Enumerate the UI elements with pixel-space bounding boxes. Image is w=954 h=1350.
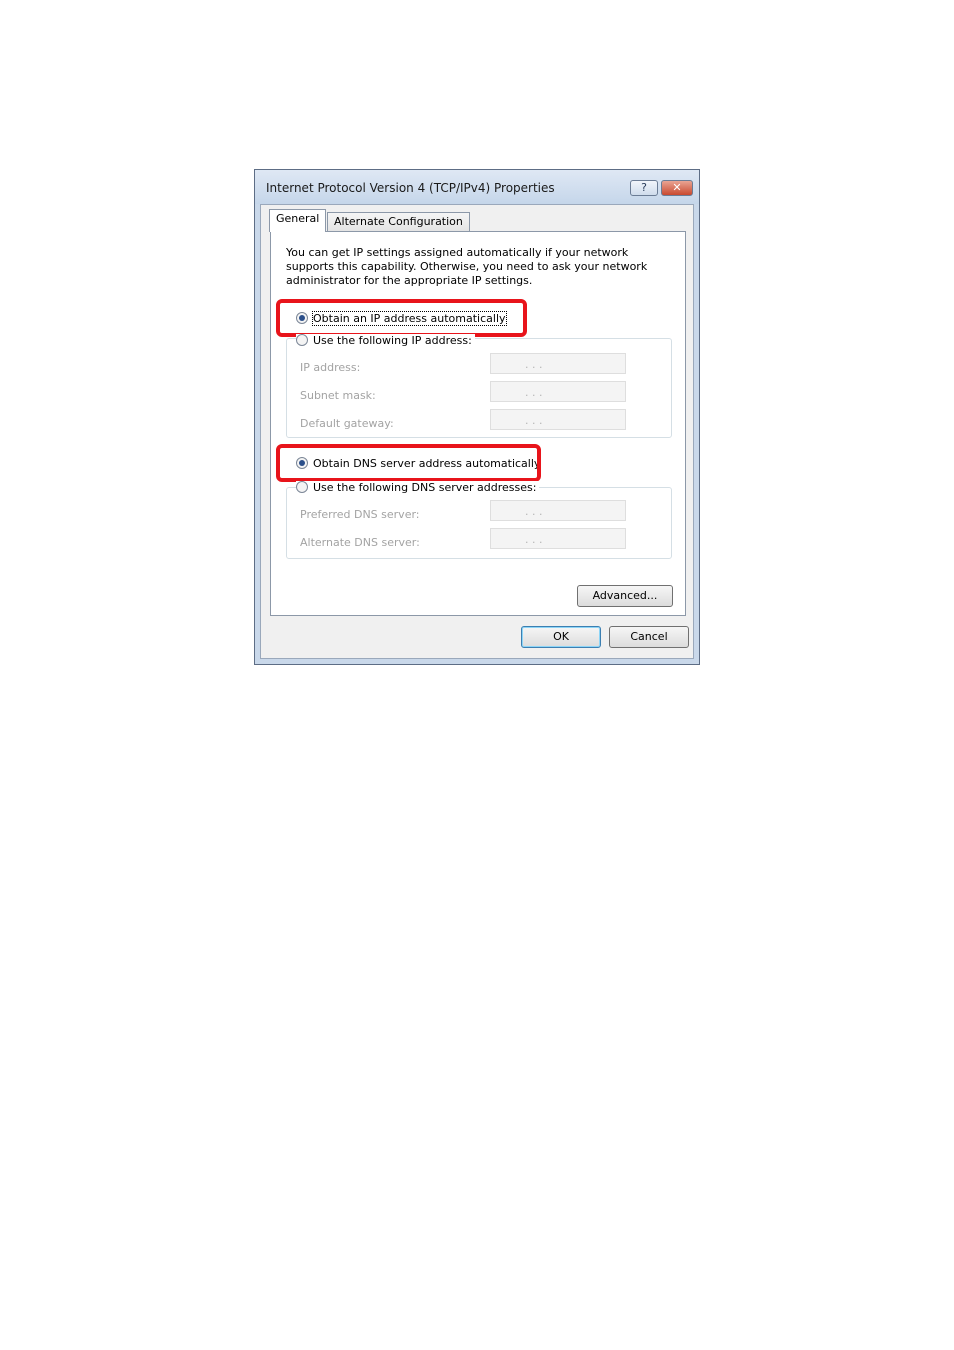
- use-following-ip-option[interactable]: Use the following IP address:: [296, 334, 475, 347]
- close-icon: ✕: [672, 181, 682, 194]
- alternate-dns-value: . . .: [525, 533, 543, 546]
- subnet-mask-label: Subnet mask:: [300, 389, 376, 402]
- tab-general[interactable]: General: [269, 209, 327, 232]
- dns-auto-highlight-box: [276, 444, 541, 482]
- ip-address-label: IP address:: [300, 361, 361, 374]
- subnet-mask-value: . . .: [525, 386, 543, 399]
- description-text: You can get IP settings assigned automat…: [286, 246, 648, 287]
- use-following-dns-radio[interactable]: [296, 481, 308, 493]
- dialog-title: Internet Protocol Version 4 (TCP/IPv4) P…: [266, 181, 555, 195]
- cancel-button[interactable]: Cancel: [609, 626, 689, 648]
- dialog-client-area: General Alternate Configuration You can …: [260, 204, 694, 659]
- tcpip-properties-dialog: Internet Protocol Version 4 (TCP/IPv4) P…: [254, 169, 700, 665]
- manual-dns-group: Preferred DNS server: . . . Alternate DN…: [286, 487, 672, 559]
- help-icon: ?: [641, 181, 647, 194]
- use-following-dns-label: Use the following DNS server addresses:: [313, 481, 537, 494]
- title-bar[interactable]: Internet Protocol Version 4 (TCP/IPv4) P…: [255, 170, 699, 204]
- preferred-dns-label: Preferred DNS server:: [300, 508, 420, 521]
- preferred-dns-value: . . .: [525, 505, 543, 518]
- preferred-dns-field[interactable]: . . .: [490, 500, 626, 521]
- subnet-mask-field[interactable]: . . .: [490, 381, 626, 402]
- help-button[interactable]: ?: [630, 180, 658, 196]
- tab-alternate-configuration[interactable]: Alternate Configuration: [327, 212, 470, 232]
- ip-address-value: . . .: [525, 358, 543, 371]
- alternate-dns-label: Alternate DNS server:: [300, 536, 420, 549]
- advanced-button[interactable]: Advanced...: [577, 585, 673, 607]
- alternate-dns-field[interactable]: . . .: [490, 528, 626, 549]
- default-gateway-value: . . .: [525, 414, 543, 427]
- close-button[interactable]: ✕: [661, 180, 693, 196]
- ip-auto-highlight-box: [276, 299, 527, 337]
- manual-ip-group: IP address: . . . Subnet mask: . . . Def…: [286, 338, 672, 438]
- ip-address-field[interactable]: . . .: [490, 353, 626, 374]
- use-following-ip-label: Use the following IP address:: [313, 334, 472, 347]
- use-following-ip-radio[interactable]: [296, 334, 308, 346]
- default-gateway-field[interactable]: . . .: [490, 409, 626, 430]
- default-gateway-label: Default gateway:: [300, 417, 394, 430]
- use-following-dns-option[interactable]: Use the following DNS server addresses:: [296, 481, 540, 494]
- general-tab-page: You can get IP settings assigned automat…: [270, 231, 686, 616]
- ok-button[interactable]: OK: [521, 626, 601, 648]
